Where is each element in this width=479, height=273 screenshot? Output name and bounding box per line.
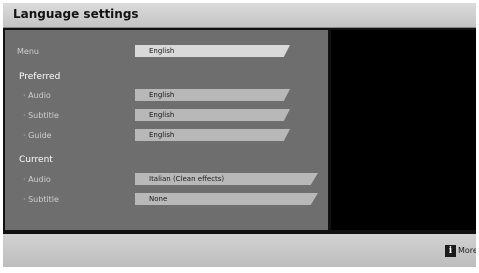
page-title: Language settings [13, 7, 139, 21]
settings-panel: Menu English Preferred · Audio English ·… [5, 30, 328, 230]
preferred-audio-label: · Audio [23, 91, 51, 100]
current-subtitle-select[interactable]: None [135, 193, 318, 205]
preferred-heading: Preferred [19, 72, 61, 82]
more-button[interactable]: More [458, 246, 476, 255]
menu-label: Menu [17, 47, 39, 56]
menu-language-select[interactable]: English [135, 45, 290, 57]
tv-screen: Language settings Menu English Preferred… [3, 3, 476, 267]
current-audio-select[interactable]: Italian (Clean effects) [135, 173, 318, 185]
preferred-subtitle-label: · Subtitle [23, 111, 59, 120]
current-heading: Current [19, 155, 53, 165]
video-preview [331, 30, 476, 230]
preferred-subtitle-select[interactable]: English [135, 109, 290, 121]
preferred-guide-label: · Guide [23, 131, 52, 140]
info-icon[interactable]: i [445, 245, 456, 257]
preferred-guide-select[interactable]: English [135, 129, 290, 141]
preferred-audio-select[interactable]: English [135, 89, 290, 101]
bottom-bar: i More [3, 234, 476, 267]
title-bar: Language settings [3, 3, 476, 28]
current-audio-label: · Audio [23, 175, 51, 184]
current-subtitle-label: · Subtitle [23, 195, 59, 204]
